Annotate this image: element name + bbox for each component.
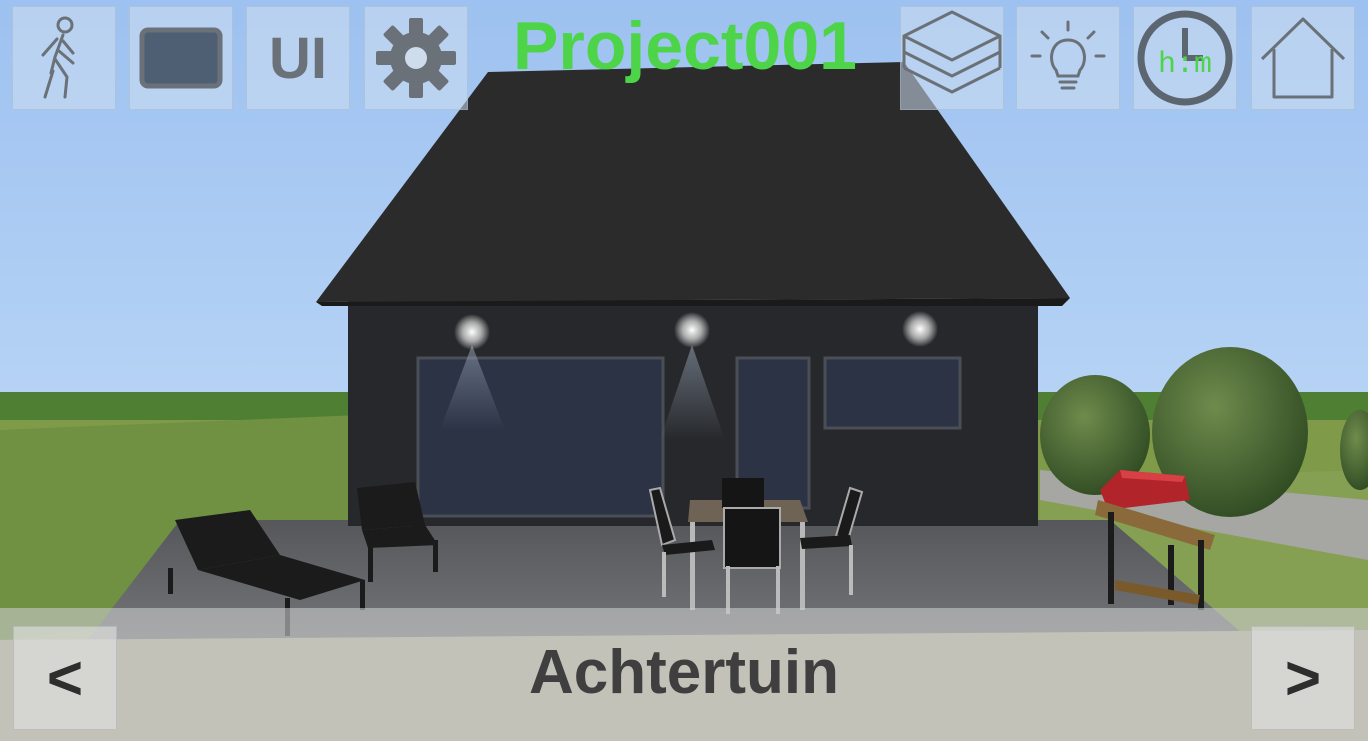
lighting-button[interactable] <box>1016 6 1120 110</box>
clock-icon: h:m <box>1137 10 1233 106</box>
lightbulb-icon <box>1030 20 1106 90</box>
home-button[interactable] <box>1251 6 1355 110</box>
walk-mode-button[interactable] <box>12 6 116 110</box>
home-icon <box>1260 17 1346 99</box>
project-title: Project001 <box>513 8 857 84</box>
previous-view-button[interactable]: < <box>13 626 117 730</box>
layers-icon <box>902 10 1002 94</box>
ui-toggle-button[interactable]: UI <box>246 6 350 110</box>
time-of-day-button[interactable]: h:m <box>1133 6 1237 110</box>
next-view-button[interactable]: > <box>1251 626 1355 730</box>
walking-person-icon <box>41 16 75 99</box>
current-view-name: Achtertuin <box>529 638 839 707</box>
settings-button[interactable] <box>364 6 468 110</box>
screen-view-button[interactable] <box>129 6 233 110</box>
layers-button[interactable] <box>900 6 1004 110</box>
gear-icon <box>376 18 456 98</box>
clock-time-label: h:m <box>1158 48 1212 82</box>
ui-toggle-icon: UI <box>269 25 327 91</box>
screen-frame-icon <box>139 27 223 89</box>
